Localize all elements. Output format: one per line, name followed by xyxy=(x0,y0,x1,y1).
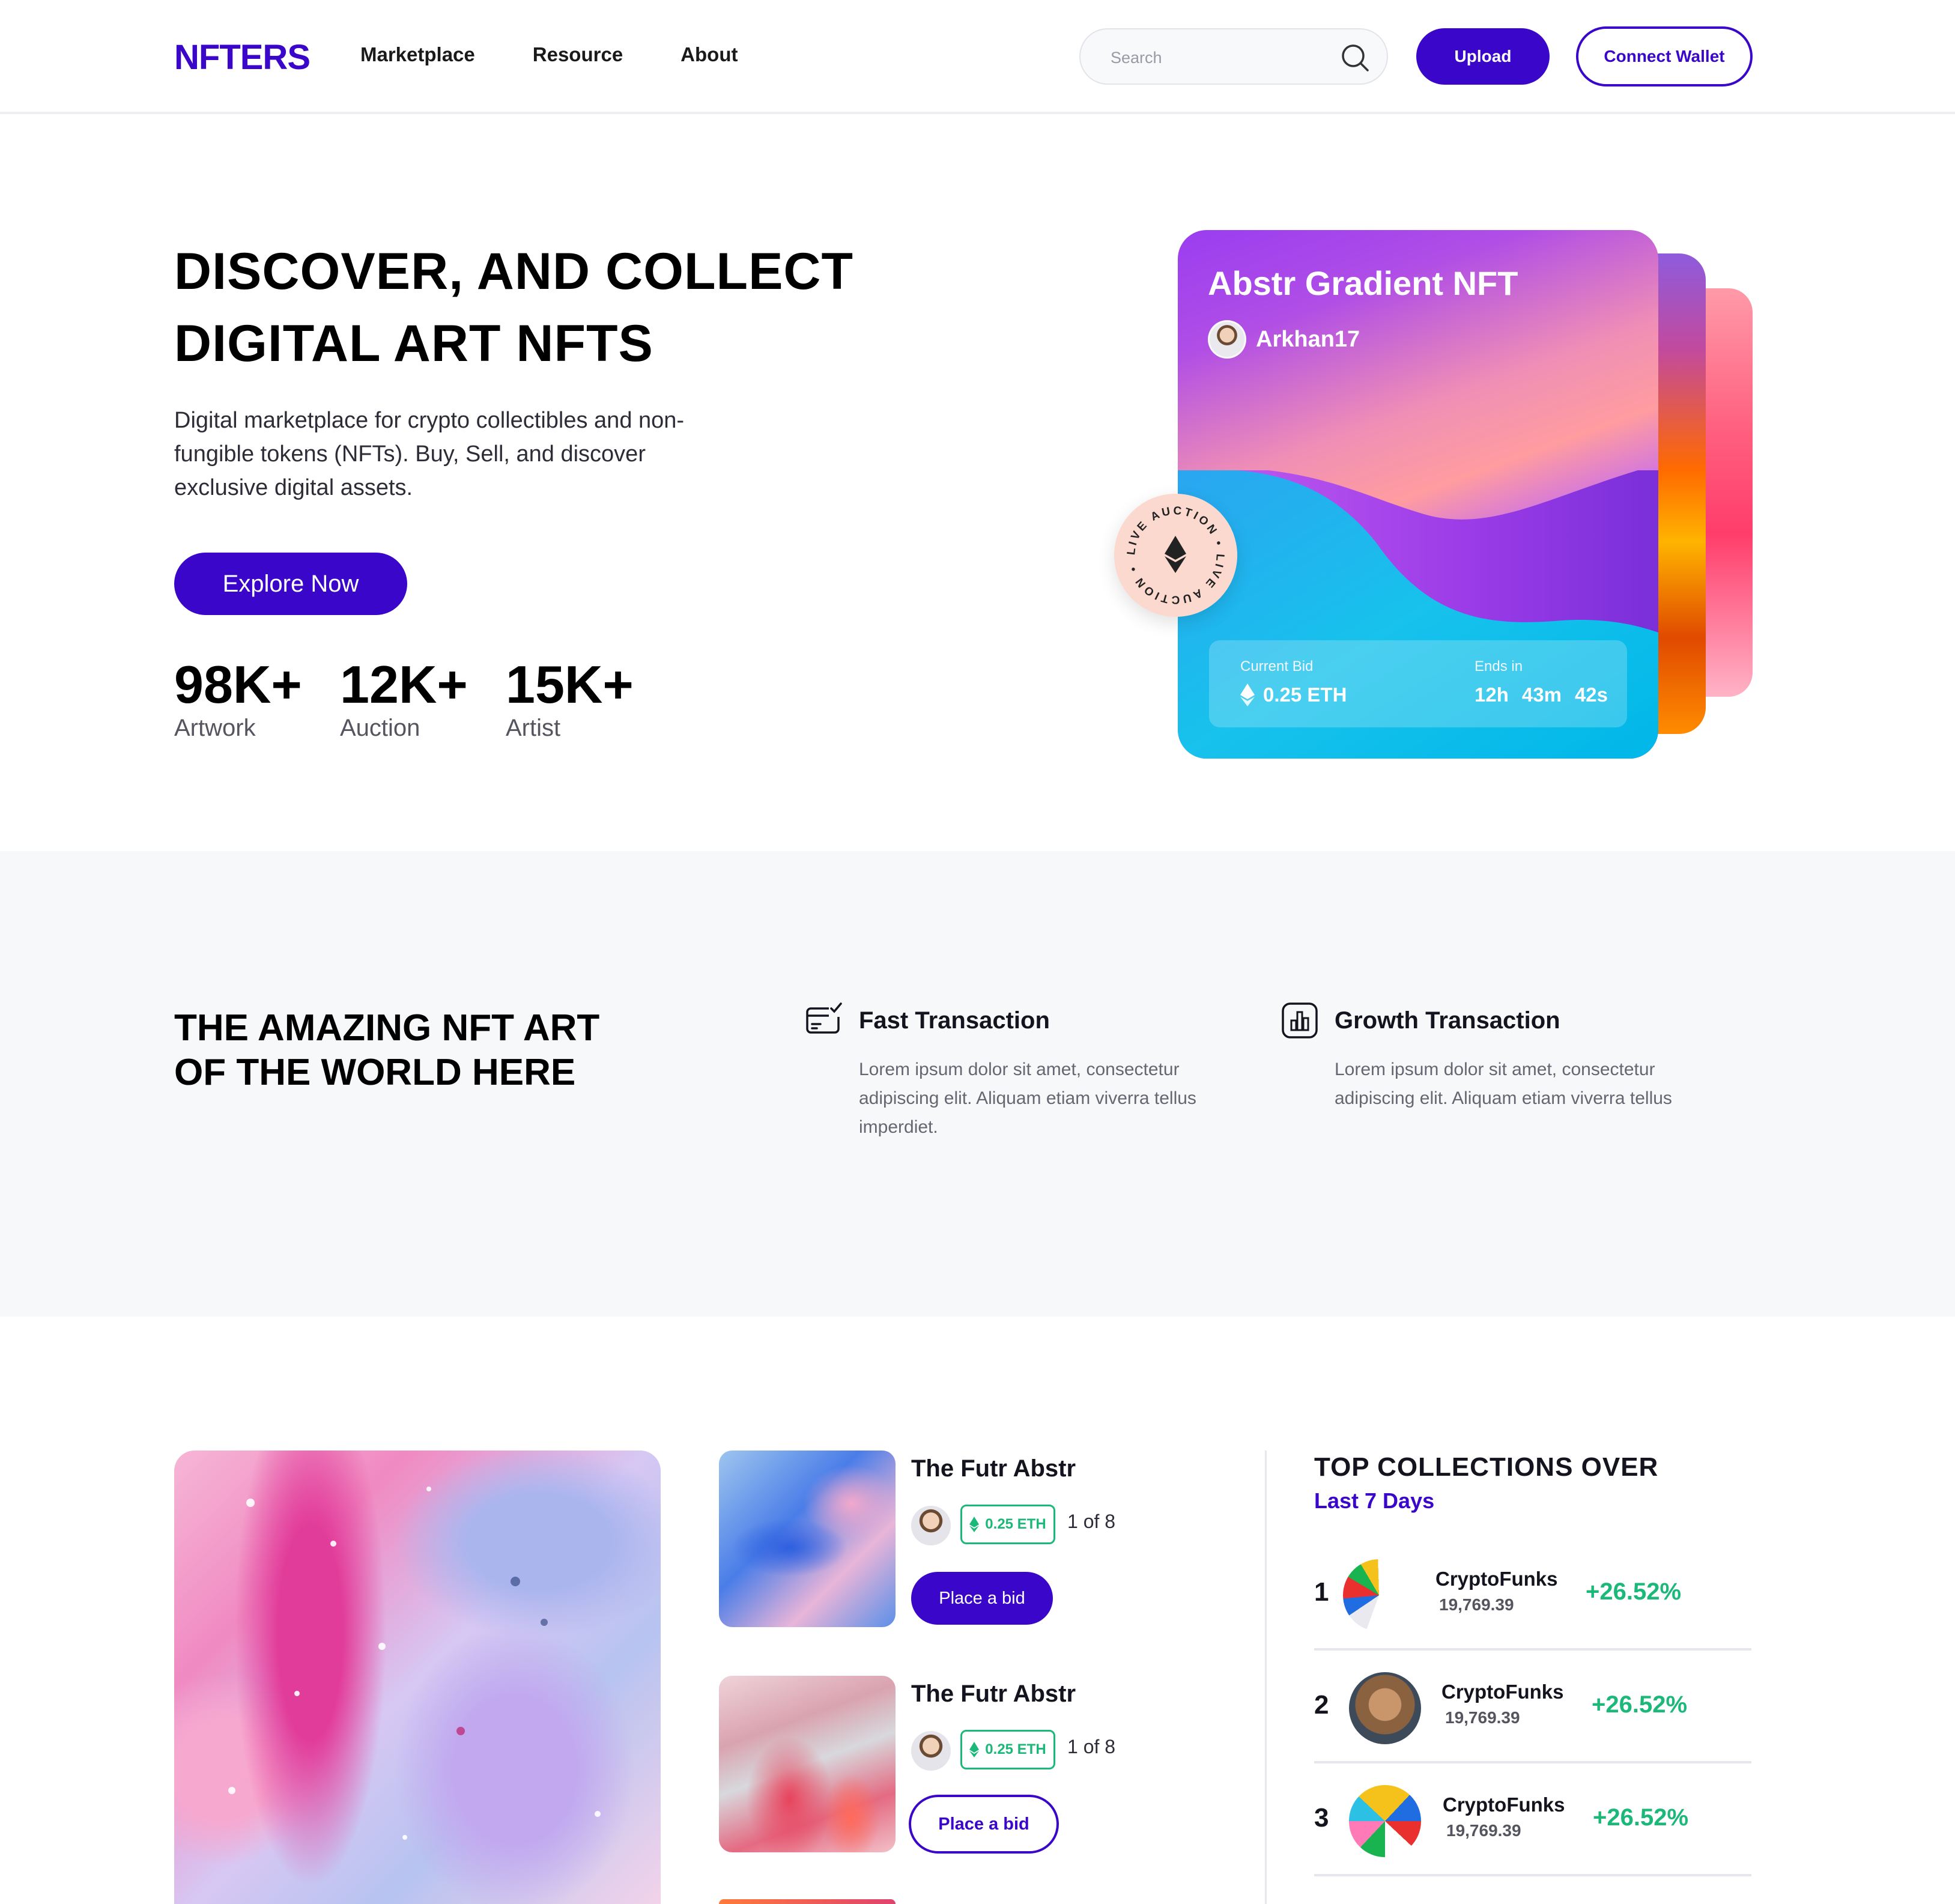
stat-artist: 15K+ Artist xyxy=(506,655,641,741)
hero-stats: 98K+ Artwork 12K+ Auction 15K+ Artist xyxy=(174,655,641,741)
collection-name: CryptoFunks xyxy=(1441,1681,1564,1703)
features-section: THE AMAZING NFT ART OF THE WORLD HERE Fa… xyxy=(0,851,1955,1317)
nft-thumbnail[interactable] xyxy=(719,1676,896,1852)
featured-artwork[interactable] xyxy=(174,1451,661,1904)
collection-rank: 1 xyxy=(1314,1577,1329,1607)
connect-wallet-button[interactable]: Connect Wallet xyxy=(1576,26,1753,86)
collection-change: +26.52% xyxy=(1592,1691,1688,1718)
features-title-line2: OF THE WORLD HERE xyxy=(174,1052,576,1093)
live-auction-badge: LIVE AUCTION • LIVE AUCTION • xyxy=(1114,494,1237,617)
nft-thumbnail[interactable] xyxy=(719,1451,896,1627)
current-bid-label: Current Bid xyxy=(1240,658,1314,675)
edition-count: 1 of 8 xyxy=(1067,1736,1116,1757)
price-value: 0.25 ETH xyxy=(985,1741,1046,1757)
feature-description: Lorem ipsum dolor sit amet, consectetur … xyxy=(859,1060,1196,1137)
top-collections-subtitle: Last 7 Days xyxy=(1314,1488,1435,1513)
stat-auction: 12K+ Auction xyxy=(340,655,476,741)
features-title-line1: THE AMAZING NFT ART xyxy=(174,1007,600,1049)
bar-chart-icon xyxy=(1282,1002,1318,1038)
hero-title-line1: DISCOVER, AND COLLECT xyxy=(174,243,854,300)
ethereum-icon xyxy=(1165,536,1186,573)
collection-rank: 3 xyxy=(1314,1803,1329,1833)
upload-button[interactable]: Upload xyxy=(1416,28,1550,85)
avatar xyxy=(1208,320,1246,359)
countdown-seconds: 42s xyxy=(1574,684,1608,706)
countdown-minutes: 43m xyxy=(1521,684,1562,706)
nft-name: The Futr Abstr xyxy=(911,1681,1076,1707)
collection-row[interactable]: 3 CryptoFunks 19,769.39 +26.52% xyxy=(1314,1763,1751,1876)
stat-label: Artist xyxy=(506,715,561,741)
current-bid: 0.25 ETH xyxy=(1240,684,1347,706)
feature-name: Growth Transaction xyxy=(1335,1007,1560,1034)
features-title: THE AMAZING NFT ART OF THE WORLD HERE xyxy=(174,1006,715,1095)
stat-value: 98K+ xyxy=(174,655,302,714)
collection-image xyxy=(1349,1672,1421,1744)
price-tag: 0.25 ETH xyxy=(960,1730,1055,1769)
nav-marketplace[interactable]: Marketplace xyxy=(360,43,475,66)
logo[interactable]: NFTERS xyxy=(174,37,311,77)
bid-panel: Current Bid 0.25 ETH Ends in 12h 43m 42s xyxy=(1209,640,1627,727)
collection-image xyxy=(1343,1559,1415,1631)
nft-item: The Futr Abstr 0.25 ETH 1 of 8 Place a b… xyxy=(719,1676,1211,1856)
search-icon[interactable] xyxy=(1340,43,1370,73)
column-divider xyxy=(1265,1451,1267,1904)
place-bid-button[interactable]: Place a bid xyxy=(909,1795,1059,1854)
collection-volume: 19,769.39 xyxy=(1445,1708,1520,1727)
collection-name: CryptoFunks xyxy=(1435,1568,1558,1590)
hero-title: DISCOVER, AND COLLECT DIGITAL ART NFTS xyxy=(174,235,955,380)
nav-about[interactable]: About xyxy=(680,43,738,66)
avatar[interactable] xyxy=(911,1731,951,1771)
stat-label: Auction xyxy=(340,715,420,741)
place-bid-button[interactable]: Place a bid xyxy=(911,1572,1053,1625)
price-tag: 0.25 ETH xyxy=(960,1505,1055,1544)
collection-change: +26.52% xyxy=(1593,1804,1689,1831)
collection-change: +26.52% xyxy=(1586,1578,1682,1605)
hero-card-main[interactable]: Abstr Gradient NFT Arkhan17 Current Bid … xyxy=(1178,230,1658,759)
ethereum-icon xyxy=(969,1517,980,1532)
hero-description: Digital marketplace for crypto collectib… xyxy=(174,408,685,500)
nft-item: The Futr Abstr 0.25 ETH 1 of 8 Place a b… xyxy=(719,1451,1211,1631)
collection-name: CryptoFunks xyxy=(1443,1793,1565,1816)
nav-resource[interactable]: Resource xyxy=(533,43,623,66)
countdown-hours: 12h xyxy=(1475,684,1509,706)
edition-count: 1 of 8 xyxy=(1067,1511,1116,1532)
card-title: Abstr Gradient NFT xyxy=(1208,264,1518,302)
feature-description: Lorem ipsum dolor sit amet, consectetur … xyxy=(1335,1060,1672,1108)
current-bid-value: 0.25 ETH xyxy=(1263,684,1347,706)
price-value: 0.25 ETH xyxy=(985,1516,1046,1532)
ends-in-label: Ends in xyxy=(1475,658,1523,675)
collection-volume: 19,769.39 xyxy=(1439,1595,1514,1614)
hero-title-line2: DIGITAL ART NFTS xyxy=(174,315,653,372)
live-auction-ring: LIVE AUCTION • LIVE AUCTION • xyxy=(1125,505,1224,606)
stat-artwork: 98K+ Artwork xyxy=(174,655,310,741)
explore-now-button[interactable]: Explore Now xyxy=(174,553,407,615)
collection-image xyxy=(1349,1785,1421,1857)
ethereum-icon xyxy=(969,1742,980,1757)
feature-name: Fast Transaction xyxy=(859,1007,1050,1034)
stat-value: 12K+ xyxy=(340,655,468,714)
ethereum-icon xyxy=(1240,684,1255,706)
top-header: NFTERS Marketplace Resource About Upload… xyxy=(0,0,1955,114)
card-creator[interactable]: Arkhan17 xyxy=(1208,320,1360,359)
nft-thumbnail-partial[interactable] xyxy=(719,1899,896,1904)
countdown: 12h 43m 42s xyxy=(1475,684,1608,706)
collection-row[interactable]: 1 CryptoFunks 19,769.39 +26.52% xyxy=(1314,1538,1751,1651)
collection-rank: 2 xyxy=(1314,1690,1329,1720)
collection-row[interactable]: 2 CryptoFunks 19,769.39 +26.52% xyxy=(1314,1651,1751,1763)
card-check-icon xyxy=(806,1002,842,1034)
main-nav: Marketplace Resource About xyxy=(360,43,738,66)
nft-name: The Futr Abstr xyxy=(911,1455,1076,1482)
card-username: Arkhan17 xyxy=(1256,326,1360,352)
collection-volume: 19,769.39 xyxy=(1446,1821,1521,1840)
avatar[interactable] xyxy=(911,1506,951,1545)
stat-label: Artwork xyxy=(174,715,256,741)
feature-growth-transaction: Growth Transaction Lorem ipsum dolor sit… xyxy=(1281,1001,1713,1113)
stat-value: 15K+ xyxy=(506,655,634,714)
feature-fast-transaction: Fast Transaction Lorem ipsum dolor sit a… xyxy=(805,1001,1237,1142)
search-input[interactable] xyxy=(1111,43,1327,73)
top-collections-title: TOP COLLECTIONS OVER xyxy=(1314,1452,1659,1482)
search-box xyxy=(1079,28,1388,85)
